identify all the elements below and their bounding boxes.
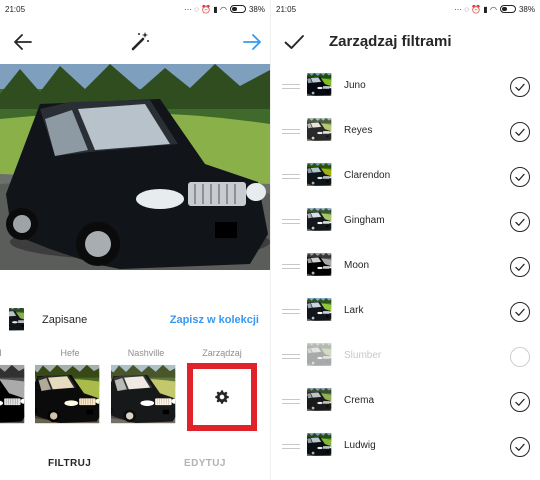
drag-handle-icon[interactable] (282, 354, 300, 359)
filter-name: Moon (344, 260, 370, 271)
check-circle-icon[interactable] (510, 167, 530, 187)
filter-row[interactable]: Slumber (271, 334, 540, 379)
filter-thumbnail (307, 298, 335, 326)
filter-editor-screen: 21:05 ··· ◌ ⏰ ▮ ◠ 38% Zapisane Zapisz w … (0, 0, 270, 480)
filter-name: Ludwig (344, 440, 376, 451)
check-circle-icon[interactable] (510, 437, 530, 457)
manage-top-bar: Zarządzaj filtrami (271, 24, 540, 60)
check-circle-icon[interactable] (510, 212, 530, 232)
filter-thumbnail[interactable] (0, 363, 30, 431)
manage-filters-button[interactable] (187, 363, 257, 431)
magic-wand-icon[interactable] (129, 30, 151, 52)
filter-thumbnail[interactable] (111, 363, 181, 431)
editor-tabs: FILTRUJ EDYTUJ (0, 448, 270, 480)
collection-thumbnail (9, 308, 33, 332)
filter-row[interactable]: Clarendon (271, 154, 540, 199)
status-time: 21:05 (276, 4, 297, 14)
drag-handle-icon[interactable] (282, 84, 300, 89)
filter-name: Crema (344, 395, 375, 406)
filter-row[interactable]: Reyes (271, 109, 540, 154)
drag-handle-icon[interactable] (282, 309, 300, 314)
filter-thumbnail (307, 343, 335, 371)
filter-thumbnail (307, 253, 335, 281)
battery-icon (499, 5, 516, 13)
filter-name: Reyes (344, 125, 373, 136)
filter-row[interactable]: Moon (271, 244, 540, 289)
check-circle-icon[interactable] (510, 122, 530, 142)
battery-percent: 38% (518, 4, 535, 14)
drag-handle-icon[interactable] (282, 129, 300, 134)
drag-handle-icon[interactable] (282, 444, 300, 449)
checkmark-icon[interactable] (283, 31, 305, 53)
drag-handle-icon[interactable] (282, 219, 300, 224)
empty-circle-icon[interactable] (510, 347, 530, 367)
filter-name: Hefe (60, 348, 80, 358)
check-circle-icon[interactable] (510, 257, 530, 277)
filter-thumbnail (307, 163, 335, 191)
check-circle-icon[interactable] (510, 77, 530, 97)
filter-thumbnail (307, 118, 335, 146)
arrow-right-icon[interactable] (241, 31, 263, 53)
filter-strip: ell Hefe Nashville Zarządzaj (0, 344, 270, 436)
manage-filters-screen: 21:05 ··· ◌ ⏰ ▮ ◠ 38% Zarządzaj filtrami… (270, 0, 540, 480)
filter-row[interactable]: Crema (271, 379, 540, 424)
filter-thumbnail (307, 388, 335, 416)
filter-row[interactable]: Juno (271, 64, 540, 109)
check-circle-icon[interactable] (510, 392, 530, 412)
collection-row[interactable]: Zapisane Zapisz w kolekcji (0, 302, 270, 338)
gear-icon (215, 390, 229, 404)
filter-thumbnail[interactable] (35, 363, 105, 431)
filter-name: Juno (344, 80, 366, 91)
status-icons: ··· ◌ ⏰ ▮ ◠ (184, 4, 227, 14)
status-bar: 21:05 ··· ◌ ⏰ ▮ ◠ 38% (0, 0, 270, 18)
drag-handle-icon[interactable] (282, 264, 300, 269)
filter-name: Lark (344, 305, 364, 316)
filter-name: Slumber (344, 350, 382, 361)
drag-handle-icon[interactable] (282, 174, 300, 179)
filter-thumbnail (307, 73, 335, 101)
filter-name: Nashville (127, 348, 165, 358)
save-to-collection-link[interactable]: Zapisz w kolekcji (170, 314, 259, 326)
tab-filter[interactable]: FILTRUJ (48, 458, 91, 469)
page-title: Zarządzaj filtrami (329, 33, 452, 50)
filter-name: Clarendon (344, 170, 391, 181)
status-bar: 21:05 ··· ◌ ⏰ ▮ ◠ 38% (271, 0, 540, 18)
filter-name: ell (0, 348, 32, 358)
drag-handle-icon[interactable] (282, 399, 300, 404)
filter-row[interactable]: Ludwig (271, 424, 540, 469)
filter-thumbnail (307, 433, 335, 461)
tab-edit[interactable]: EDYTUJ (184, 458, 226, 469)
status-time: 21:05 (5, 4, 26, 14)
status-icons: ··· ◌ ⏰ ▮ ◠ (454, 4, 497, 14)
battery-percent: 38% (248, 4, 265, 14)
filter-row[interactable]: Gingham (271, 199, 540, 244)
arrow-left-icon[interactable] (12, 31, 34, 53)
collection-label: Zapisane (42, 314, 88, 326)
filter-name: Gingham (344, 215, 385, 226)
check-circle-icon[interactable] (510, 302, 530, 322)
filter-name: Zarządzaj (202, 348, 242, 358)
filter-row[interactable]: Lark (271, 289, 540, 334)
filter-thumbnail (307, 208, 335, 236)
photo-preview (0, 64, 270, 270)
car-photo (0, 64, 270, 270)
editor-top-bar (0, 24, 270, 60)
battery-icon (229, 5, 246, 13)
